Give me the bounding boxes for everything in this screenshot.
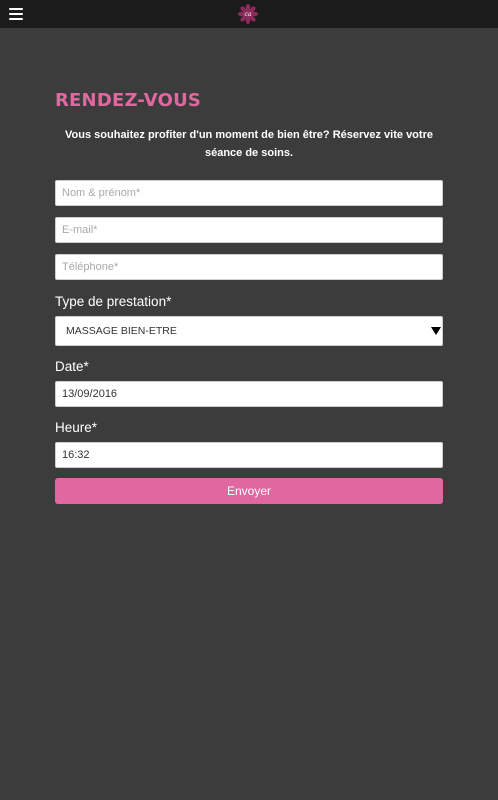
hamburger-menu-icon[interactable]	[9, 8, 23, 20]
service-type-value: MASSAGE BIEN-ETRE	[66, 325, 177, 337]
submit-button[interactable]: Envoyer	[55, 478, 443, 504]
email-field[interactable]	[55, 217, 443, 243]
phone-field[interactable]	[55, 254, 443, 280]
date-label: Date*	[55, 359, 89, 374]
top-bar: ca	[0, 0, 498, 28]
date-field[interactable]	[55, 381, 443, 407]
logo-text: ca	[245, 11, 252, 18]
service-type-label: Type de prestation*	[55, 294, 172, 309]
page-title: RENDEZ-VOUS	[55, 90, 202, 111]
flower-logo-icon[interactable]: ca	[238, 4, 258, 24]
appointment-form: RENDEZ-VOUS Vous souhaitez profiter d'un…	[55, 88, 443, 504]
intro-text: Vous souhaitez profiter d'un moment de b…	[65, 129, 433, 159]
name-field[interactable]	[55, 180, 443, 206]
service-type-select[interactable]: MASSAGE BIEN-ETRE	[55, 316, 443, 346]
time-label: Heure*	[55, 420, 98, 435]
dropdown-arrow-icon	[431, 327, 441, 335]
time-field[interactable]	[55, 442, 443, 468]
